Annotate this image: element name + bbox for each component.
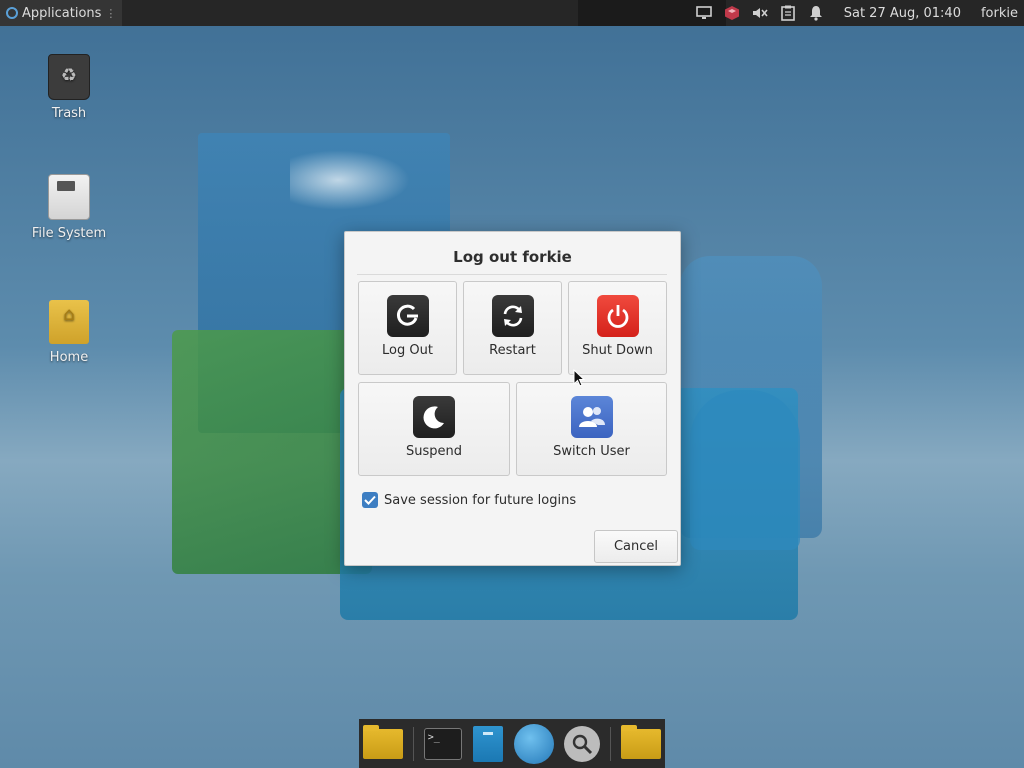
text-editor-icon [472, 725, 503, 762]
desktop-icon-label: Trash [51, 106, 87, 121]
wallpaper-shape [690, 390, 800, 550]
volume-muted-icon[interactable] [752, 5, 768, 21]
dialog-divider [357, 274, 667, 275]
desktop-icon-filesystem[interactable]: File System [24, 174, 114, 241]
applications-label: Applications [22, 5, 102, 21]
restart-icon [491, 295, 534, 337]
switch-user-button[interactable]: Switch User [516, 382, 667, 476]
notification-bell-icon[interactable] [808, 5, 824, 21]
package-updates-icon[interactable] [724, 5, 740, 21]
suspend-label: Suspend [405, 444, 462, 459]
save-session-row: Save session for future logins [362, 492, 576, 508]
logout-label: Log Out [382, 343, 433, 358]
logout-dialog: Log out forkie Log Out Restart Shut Down… [344, 231, 681, 566]
dock-item-search[interactable] [564, 725, 601, 763]
desktop-icon-home[interactable]: Home [24, 294, 114, 365]
restart-label: Restart [489, 343, 536, 358]
dock-item-files[interactable] [363, 724, 403, 763]
menu-grip-icon: ⋮ [105, 6, 117, 20]
top-panel: Applications ⋮ Sat 27 Aug, 01:40 forkie [0, 0, 1024, 26]
cancel-button[interactable]: Cancel [594, 530, 678, 563]
suspend-button[interactable]: Suspend [358, 382, 510, 476]
dock-separator [413, 726, 414, 761]
users-icon [570, 396, 613, 438]
save-session-label[interactable]: Save session for future logins [384, 493, 576, 508]
trash-icon [48, 54, 90, 100]
web-browser-icon [514, 723, 555, 764]
shutdown-label: Shut Down [582, 343, 653, 358]
mouse-cursor-icon [573, 369, 585, 387]
dock-separator [610, 726, 611, 761]
logout-button[interactable]: Log Out [358, 281, 457, 375]
dock-item-text-editor[interactable] [472, 725, 504, 763]
wallpaper-shape [290, 150, 410, 210]
desktop-icon-label: Home [49, 350, 89, 365]
applications-logo-icon [6, 7, 18, 19]
folder-icon [363, 724, 403, 759]
dialog-title: Log out forkie [453, 248, 572, 266]
clipboard-icon[interactable] [780, 5, 796, 21]
dock: >_ [359, 719, 665, 768]
dock-item-terminal[interactable]: >_ [423, 725, 462, 763]
dock-item-web-browser[interactable] [514, 723, 555, 764]
system-tray: Sat 27 Aug, 01:40 forkie [695, 5, 1024, 21]
user-menu[interactable]: forkie [981, 6, 1018, 21]
shutdown-button[interactable]: Shut Down [568, 281, 667, 375]
home-folder-icon [49, 300, 89, 344]
terminal-icon: >_ [423, 727, 462, 760]
power-icon [596, 295, 639, 337]
restart-button[interactable]: Restart [463, 281, 562, 375]
display-icon[interactable] [695, 5, 712, 21]
applications-menu-button[interactable]: Applications ⋮ [0, 0, 123, 26]
clock[interactable]: Sat 27 Aug, 01:40 [844, 6, 961, 21]
search-icon [564, 725, 601, 762]
dock-item-folder[interactable] [620, 724, 661, 763]
folder-icon [620, 724, 661, 759]
moon-icon [413, 396, 455, 438]
desktop-icon-trash[interactable]: Trash [24, 54, 114, 121]
checkmark-icon [364, 495, 376, 505]
save-session-checkbox[interactable] [362, 492, 378, 508]
desktop-icon-label: File System [31, 226, 107, 241]
logout-icon [386, 295, 429, 337]
switch-user-label: Switch User [553, 444, 630, 459]
drive-icon [48, 174, 90, 220]
